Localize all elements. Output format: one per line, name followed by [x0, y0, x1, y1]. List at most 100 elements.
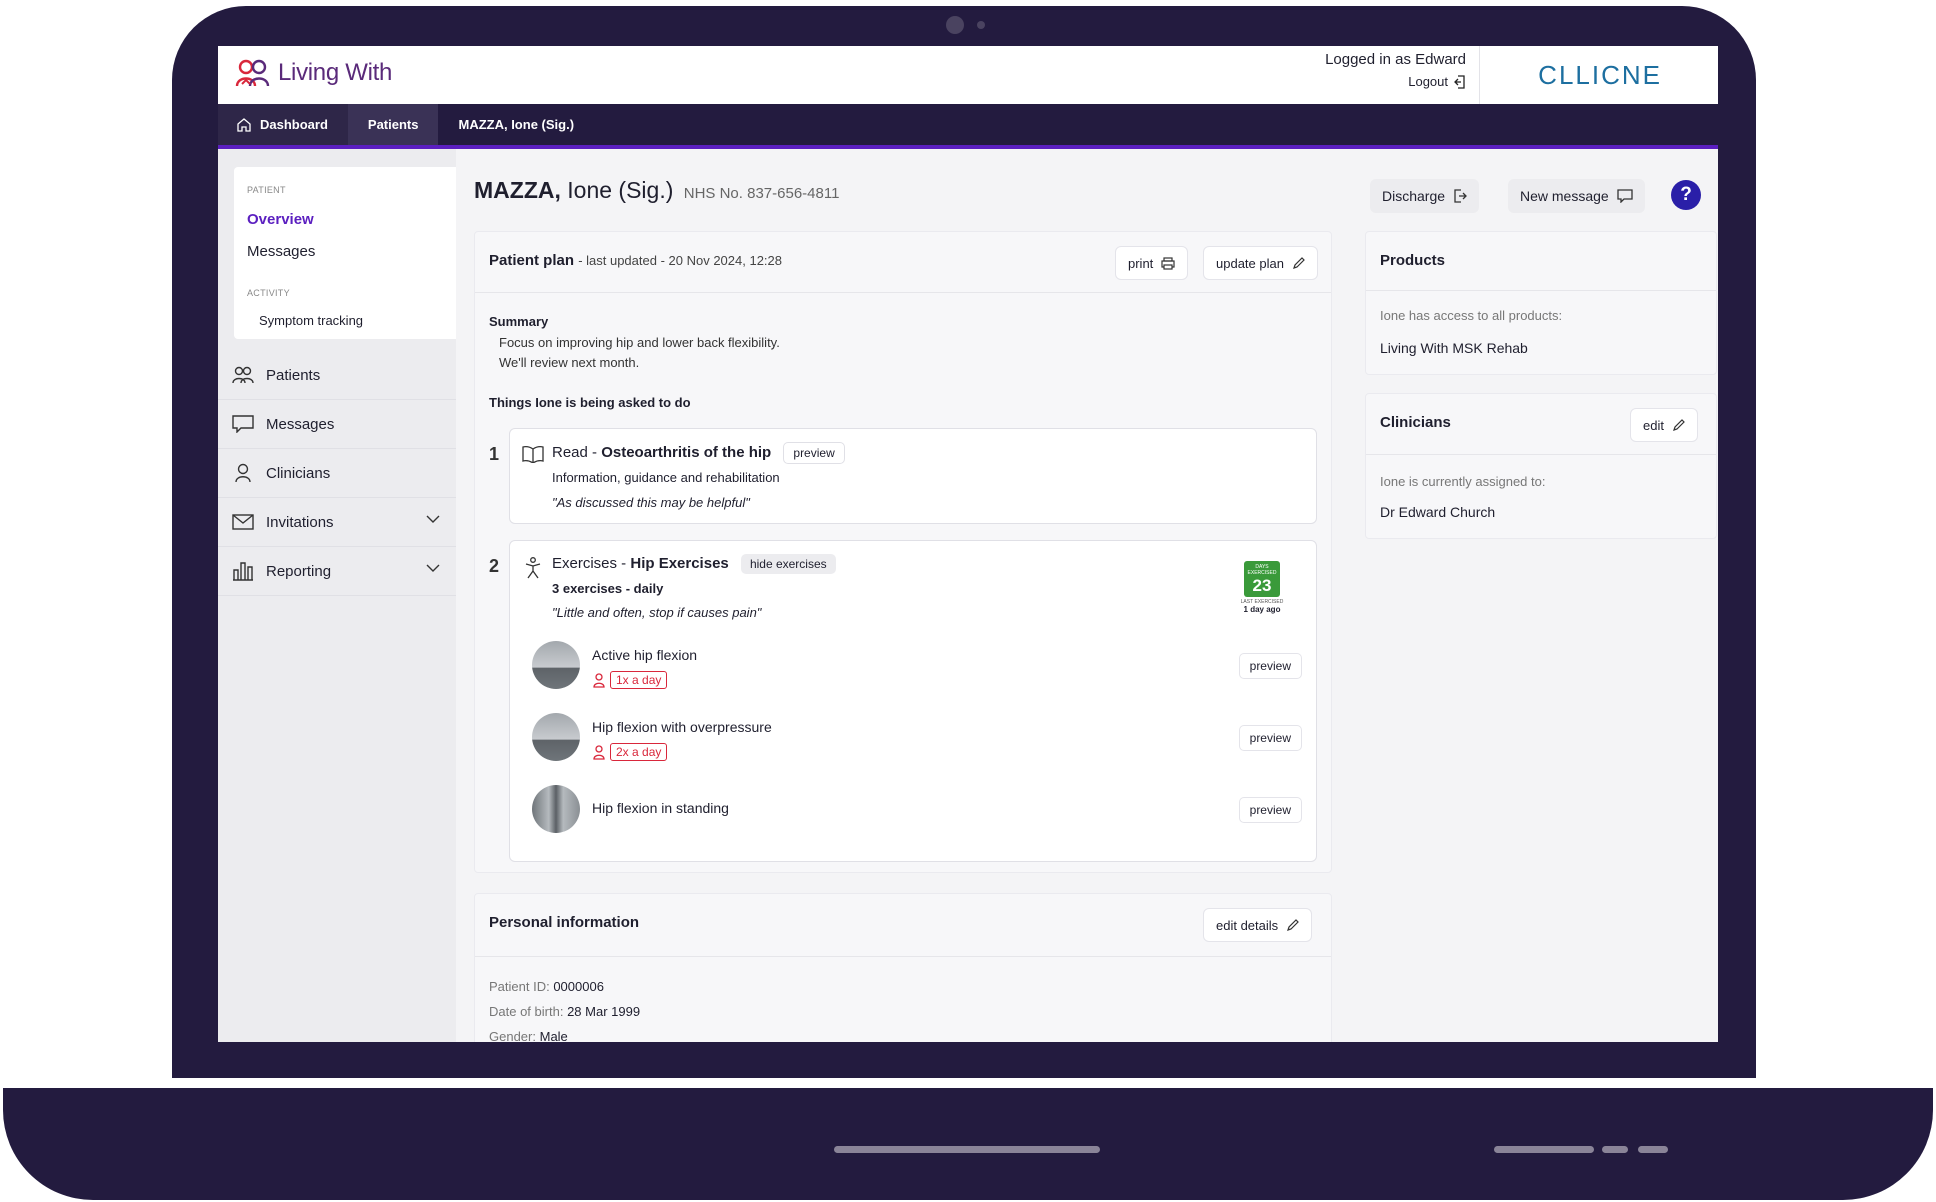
printer-icon [1161, 256, 1175, 270]
breadcrumb-current: MAZZA, Ione (Sig.) [438, 104, 594, 145]
dob-value: 28 Mar 1999 [567, 1004, 641, 1019]
frequency-label: 2x a day [610, 743, 668, 761]
sidebar-item-label: Clinicians [266, 464, 331, 482]
summary-line: We'll review next month. [499, 355, 640, 370]
preview-button[interactable]: preview [1238, 797, 1302, 823]
chevron-down-icon[interactable] [426, 514, 440, 524]
products-label: Ione has access to all products: [1380, 308, 1563, 323]
clinicians-header: Clinicians edit [1366, 394, 1716, 455]
discharge-button[interactable]: Discharge [1370, 179, 1480, 213]
print-button[interactable]: print [1115, 246, 1189, 280]
header-divider [1479, 46, 1480, 104]
app-logo-text: Living With [278, 59, 393, 86]
person-alert-icon [593, 673, 605, 688]
task-description: Information, guidance and rehabilitation [552, 470, 780, 485]
camera-light [977, 21, 985, 29]
app-logo[interactable]: Living With [234, 58, 392, 88]
update-plan-button[interactable]: update plan [1203, 246, 1318, 280]
breadcrumb-dashboard[interactable]: Dashboard [218, 104, 348, 145]
edit-details-label: edit details [1216, 917, 1279, 933]
chevron-down-icon[interactable] [426, 563, 440, 573]
task-type: Exercises - [552, 554, 631, 572]
sidebar-item-label: Patients [266, 366, 321, 384]
exercise-thumbnail[interactable] [532, 641, 580, 689]
preview-button[interactable]: preview [783, 442, 845, 464]
envelope-icon [232, 514, 254, 530]
sub-nav-overview[interactable]: Overview [247, 211, 314, 228]
sidebar-item-label: Messages [266, 415, 335, 433]
task-name: Osteoarthritis of the hip [601, 443, 772, 461]
main-content: MAZZA, Ione (Sig.) NHS No. 837-656-4811 … [456, 149, 1718, 1042]
sidebar-item-clinicians[interactable]: Clinicians [218, 449, 456, 498]
task-note: "As discussed this may be helpful" [552, 495, 750, 510]
home-icon [237, 117, 251, 132]
exercise-name: Hip flexion with overpressure [592, 719, 772, 735]
patient-plan-title: Patient plan - last updated - 20 Nov 202… [489, 252, 782, 269]
exercise-name: Active hip flexion [592, 647, 698, 663]
nhs-number: NHS No. 837-656-4811 [683, 185, 840, 202]
trackpad-slot [834, 1146, 1100, 1153]
app-screen: Living With Logged in as Edward Logout C… [218, 46, 1718, 1042]
patient-plan-title-text: Patient plan [489, 252, 575, 269]
calendar-top-label: DAYS EXERCISED [1247, 564, 1277, 576]
gender-value: Male [539, 1029, 568, 1042]
preview-button[interactable]: preview [1238, 725, 1302, 751]
logout-button[interactable]: Logout [1408, 74, 1466, 89]
sidebar-item-messages[interactable]: Messages [218, 400, 456, 449]
task-name: Hip Exercises [630, 554, 729, 572]
product-item: Living With MSK Rehab [1380, 340, 1528, 356]
hide-exercises-button[interactable]: hide exercises [740, 554, 836, 574]
pencil-icon [1287, 918, 1300, 931]
calendar-day: 23 [1252, 576, 1272, 595]
exercise-frequency-badge: 1x a day [592, 671, 668, 689]
patient-id-value: 0000006 [553, 979, 604, 994]
sub-nav-messages[interactable]: Messages [247, 243, 315, 260]
breadcrumb-current-label: MAZZA, Ione (Sig.) [458, 117, 575, 132]
sidebar-item-reporting[interactable]: Reporting [218, 547, 456, 596]
vent-slot [1638, 1146, 1668, 1153]
sidebar-item-invitations[interactable]: Invitations [218, 498, 456, 547]
users-icon [232, 366, 254, 384]
personal-info-card: Personal information edit details Patien… [474, 893, 1332, 1042]
breadcrumb-patients[interactable]: Patients [347, 104, 439, 145]
patient-surname: MAZZA, [474, 177, 561, 203]
edit-details-button[interactable]: edit details [1203, 908, 1313, 942]
exercise-frequency-badge: 2x a day [592, 743, 668, 761]
update-plan-label: update plan [1216, 255, 1284, 271]
frequency-label: 1x a day [610, 671, 668, 689]
preview-button[interactable]: preview [1238, 653, 1302, 679]
edit-clinicians-label: edit [1643, 417, 1664, 433]
sidebar: PATIENT Overview Messages ACTIVITY Sympt… [218, 149, 456, 1042]
new-message-button[interactable]: New message [1508, 179, 1645, 213]
clinicians-card: Clinicians edit Ione is currently assign… [1365, 393, 1717, 539]
exercise-row: Hip flexion in standing preview [532, 785, 1302, 837]
patient-id-label: Patient ID: [489, 979, 550, 994]
calendar-icon: DAYS EXERCISED 23 [1244, 561, 1280, 597]
exercise-frequency: 3 exercises - daily [552, 581, 664, 596]
breadcrumb: Dashboard Patients MAZZA, Ione (Sig.) [218, 104, 1718, 149]
tasks-title: Things Ione is being asked to do [489, 395, 691, 410]
help-button[interactable]: ? [1671, 180, 1701, 210]
logout-label: Logout [1408, 74, 1448, 89]
message-icon [232, 415, 254, 433]
edit-clinicians-button[interactable]: edit [1630, 408, 1698, 442]
personal-info-header: Personal information edit details [475, 894, 1331, 957]
discharge-label: Discharge [1382, 188, 1446, 204]
products-card: Products Ione has access to all products… [1365, 231, 1717, 375]
dob-label: Date of birth: [489, 1004, 564, 1019]
exercise-thumbnail[interactable] [532, 713, 580, 761]
new-message-label: New message [1520, 188, 1609, 204]
exercise-row: Hip flexion with overpressure 2x a day p… [532, 713, 1302, 765]
sub-nav-symptom-tracking[interactable]: Symptom tracking [259, 313, 363, 328]
clinicians-label: Ione is currently assigned to: [1380, 474, 1546, 489]
page-title: MAZZA, Ione (Sig.) NHS No. 837-656-4811 [474, 177, 839, 204]
pencil-icon [1673, 418, 1685, 431]
clinician-item: Dr Edward Church [1380, 504, 1496, 520]
camera-icon [946, 16, 964, 34]
section-label-patient: PATIENT [247, 185, 286, 195]
exercise-thumbnail[interactable] [532, 785, 580, 833]
task-read-card: Read - Osteoarthritis of the hip preview… [509, 428, 1317, 524]
sidebar-item-patients[interactable]: Patients [218, 351, 456, 400]
summary-line: Focus on improving hip and lower back fl… [499, 335, 780, 350]
patient-sub-nav: PATIENT Overview Messages ACTIVITY Sympt… [234, 167, 456, 339]
